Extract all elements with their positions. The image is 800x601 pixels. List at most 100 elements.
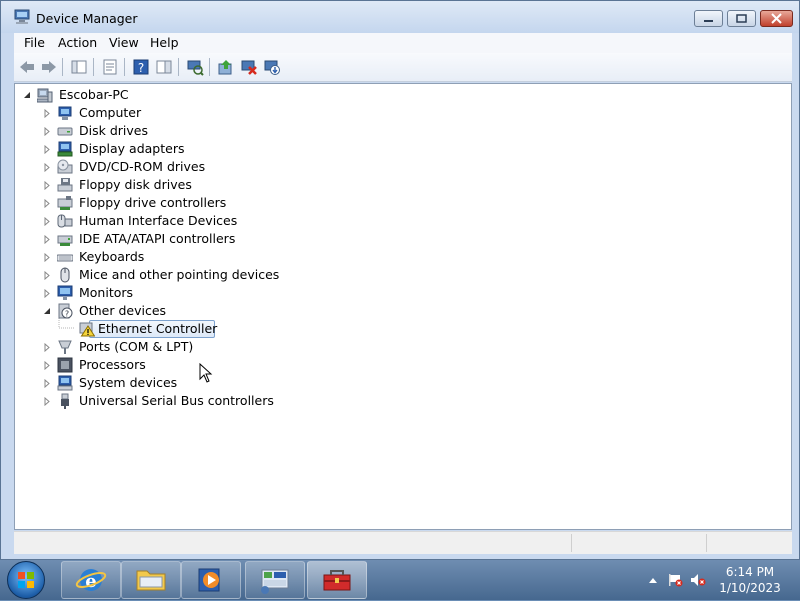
menu-file[interactable]: File bbox=[24, 35, 45, 50]
expand-arrow-icon[interactable] bbox=[43, 109, 52, 118]
menu-bar: File Action View Help bbox=[14, 33, 792, 53]
volume-muted-icon[interactable] bbox=[690, 573, 706, 587]
expand-arrow-icon[interactable] bbox=[43, 379, 52, 388]
tree-item-label: Monitors bbox=[79, 285, 134, 300]
action-pane-icon[interactable] bbox=[155, 58, 173, 76]
tree-item-label: Computer bbox=[79, 105, 142, 120]
expand-arrow-icon[interactable] bbox=[43, 163, 52, 172]
dvd-drive-icon bbox=[57, 159, 73, 174]
device-manager-window: Device Manager File Action View Help ? E… bbox=[0, 0, 800, 560]
expand-arrow-icon[interactable] bbox=[43, 253, 52, 262]
title-bar[interactable]: Device Manager bbox=[1, 1, 799, 33]
ide-controller-icon bbox=[57, 235, 73, 246]
system-clock[interactable]: 6:14 PM 1/10/2023 bbox=[710, 564, 790, 596]
tree-item-label: IDE ATA/ATAPI controllers bbox=[79, 231, 236, 246]
computer-icon bbox=[37, 88, 53, 103]
svg-text:?: ? bbox=[138, 61, 144, 75]
taskbar: e 6:14 PM 1/10/2023 bbox=[0, 560, 800, 600]
tree-item-label: Mice and other pointing devices bbox=[79, 267, 280, 282]
disk-drive-icon bbox=[57, 127, 73, 136]
taskbar-device-manager[interactable] bbox=[307, 561, 367, 599]
tree-item-label: Floppy drive controllers bbox=[79, 195, 227, 210]
hid-icon bbox=[57, 214, 73, 228]
media-player-icon bbox=[198, 568, 220, 592]
expand-arrow-icon[interactable] bbox=[43, 343, 52, 352]
tree-item-label: Processors bbox=[79, 357, 146, 372]
tree-item-label: Ports (COM & LPT) bbox=[79, 339, 194, 354]
expand-arrow-icon[interactable] bbox=[43, 397, 52, 406]
status-separator bbox=[571, 534, 572, 552]
properties-icon[interactable] bbox=[101, 58, 119, 76]
processor-icon bbox=[57, 357, 73, 373]
clock-time: 6:14 PM bbox=[725, 565, 775, 579]
toolbar-separator bbox=[178, 58, 179, 76]
device-manager-icon bbox=[14, 9, 30, 24]
maximize-icon bbox=[736, 14, 747, 23]
collapse-arrow-icon[interactable] bbox=[23, 91, 32, 100]
minimize-icon bbox=[704, 20, 713, 22]
taskbar-explorer[interactable] bbox=[121, 561, 181, 599]
menu-view[interactable]: View bbox=[109, 35, 139, 50]
control-panel-icon bbox=[261, 569, 289, 594]
usb-icon bbox=[61, 393, 69, 409]
menu-action[interactable]: Action bbox=[58, 35, 97, 50]
tree-item-label: System devices bbox=[79, 375, 178, 390]
taskbar-control-panel[interactable] bbox=[245, 561, 305, 599]
keyboard-icon bbox=[57, 254, 73, 262]
warning-device-icon bbox=[79, 322, 95, 337]
internet-explorer-icon: e bbox=[75, 569, 107, 592]
expand-arrow-icon[interactable] bbox=[43, 181, 52, 190]
expand-arrow-icon[interactable] bbox=[43, 361, 52, 370]
back-arrow-icon[interactable] bbox=[18, 58, 36, 76]
expand-arrow-icon[interactable] bbox=[43, 199, 52, 208]
floppy-drive-icon bbox=[57, 178, 73, 192]
tree-item-label: Human Interface Devices bbox=[79, 213, 238, 228]
update-driver-icon[interactable] bbox=[217, 58, 235, 76]
uninstall-icon[interactable] bbox=[240, 58, 258, 76]
close-button[interactable] bbox=[760, 10, 793, 27]
toolbar-separator bbox=[62, 58, 63, 76]
start-button[interactable] bbox=[7, 561, 45, 599]
expand-arrow-icon[interactable] bbox=[43, 127, 52, 136]
scan-hardware-changes-icon[interactable] bbox=[186, 58, 204, 76]
menu-help[interactable]: Help bbox=[150, 35, 179, 50]
monitor-icon bbox=[57, 285, 73, 300]
system-device-icon bbox=[57, 375, 73, 391]
mouse-icon bbox=[60, 267, 70, 283]
window-title: Device Manager bbox=[36, 11, 138, 26]
forward-arrow-icon[interactable] bbox=[40, 58, 58, 76]
action-center-flag-icon[interactable] bbox=[667, 573, 683, 587]
taskbar-internet-explorer[interactable]: e bbox=[61, 561, 121, 599]
windows-logo-icon bbox=[18, 572, 34, 588]
show-hidden-icons-icon[interactable] bbox=[645, 573, 661, 587]
tree-item-label: DVD/CD-ROM drives bbox=[79, 159, 206, 174]
close-icon bbox=[771, 13, 782, 24]
minimize-button[interactable] bbox=[694, 10, 723, 27]
expand-arrow-icon[interactable] bbox=[43, 235, 52, 244]
folder-icon bbox=[136, 570, 166, 591]
status-separator bbox=[706, 534, 707, 552]
clock-date: 1/10/2023 bbox=[719, 581, 781, 595]
show-hide-console-tree-icon[interactable] bbox=[70, 58, 88, 76]
expand-arrow-icon[interactable] bbox=[43, 145, 52, 154]
maximize-button[interactable] bbox=[727, 10, 756, 27]
tree-item-label: Universal Serial Bus controllers bbox=[79, 393, 274, 408]
collapse-arrow-icon[interactable] bbox=[43, 307, 52, 316]
taskbar-media-player[interactable] bbox=[181, 561, 241, 599]
toolbar-separator bbox=[209, 58, 210, 76]
tree-item-label: Other devices bbox=[79, 303, 167, 318]
tree-item-label: Disk drives bbox=[79, 123, 148, 138]
expand-arrow-icon[interactable] bbox=[43, 271, 52, 280]
expand-arrow-icon[interactable] bbox=[43, 217, 52, 226]
toolbar: ? bbox=[14, 53, 792, 82]
help-icon[interactable]: ? bbox=[132, 58, 150, 76]
svg-text:?: ? bbox=[65, 310, 69, 319]
device-tree[interactable]: Escobar-PC Computer Disk drives Display … bbox=[14, 83, 792, 530]
mouse-cursor-icon bbox=[199, 363, 213, 383]
enable-device-icon[interactable] bbox=[263, 58, 281, 76]
toolbar-separator bbox=[124, 58, 125, 76]
status-bar bbox=[14, 531, 792, 554]
controller-icon bbox=[57, 196, 73, 210]
unknown-device-icon: ? bbox=[58, 303, 73, 319]
expand-arrow-icon[interactable] bbox=[43, 289, 52, 298]
